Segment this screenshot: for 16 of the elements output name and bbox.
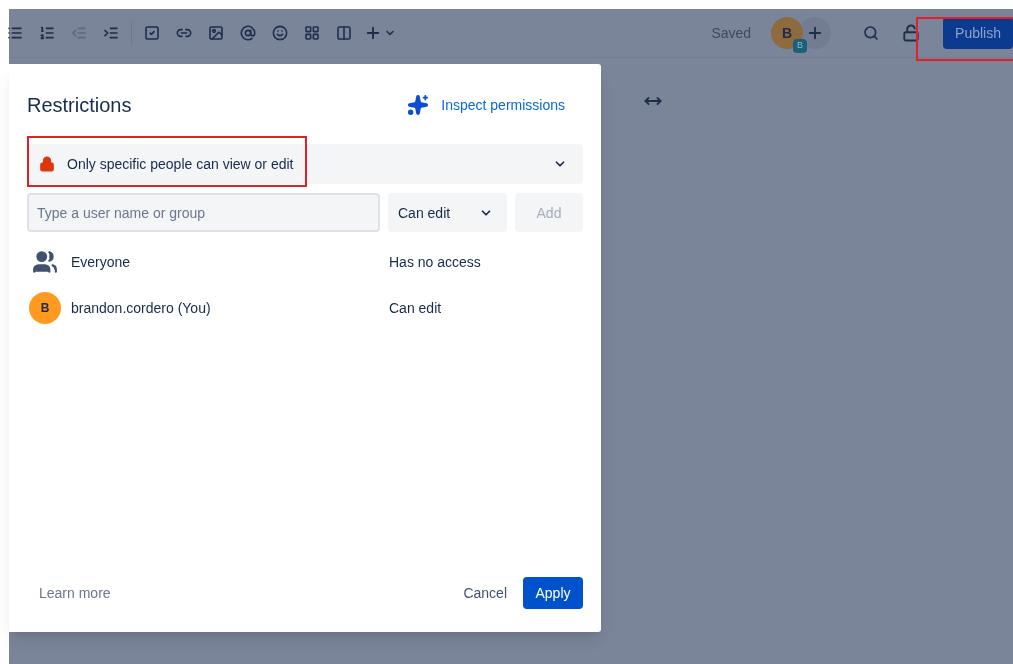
learn-more-link[interactable]: Learn more [39,583,111,603]
permission-select[interactable]: Can edit [388,193,507,232]
principal-name: Everyone [71,253,132,272]
access-level: Has no access [389,253,481,272]
publish-button[interactable]: Publish [943,17,1013,49]
inspect-permissions-link[interactable]: Inspect permissions [407,94,565,116]
user-avatar: B [29,292,61,324]
cancel-button[interactable]: Cancel [455,577,515,609]
avatar-badge: B [793,39,808,53]
principal-name: brandon.cordero (You) [71,299,212,318]
user-search-field[interactable]: Type a user name or group [27,193,380,232]
dialog-title: Restrictions [27,93,132,118]
restriction-select[interactable]: Only specific people can view or edit [27,144,583,184]
apply-button[interactable]: Apply [523,577,583,609]
access-level: Can edit [389,299,442,318]
saved-status: Saved [711,24,752,43]
